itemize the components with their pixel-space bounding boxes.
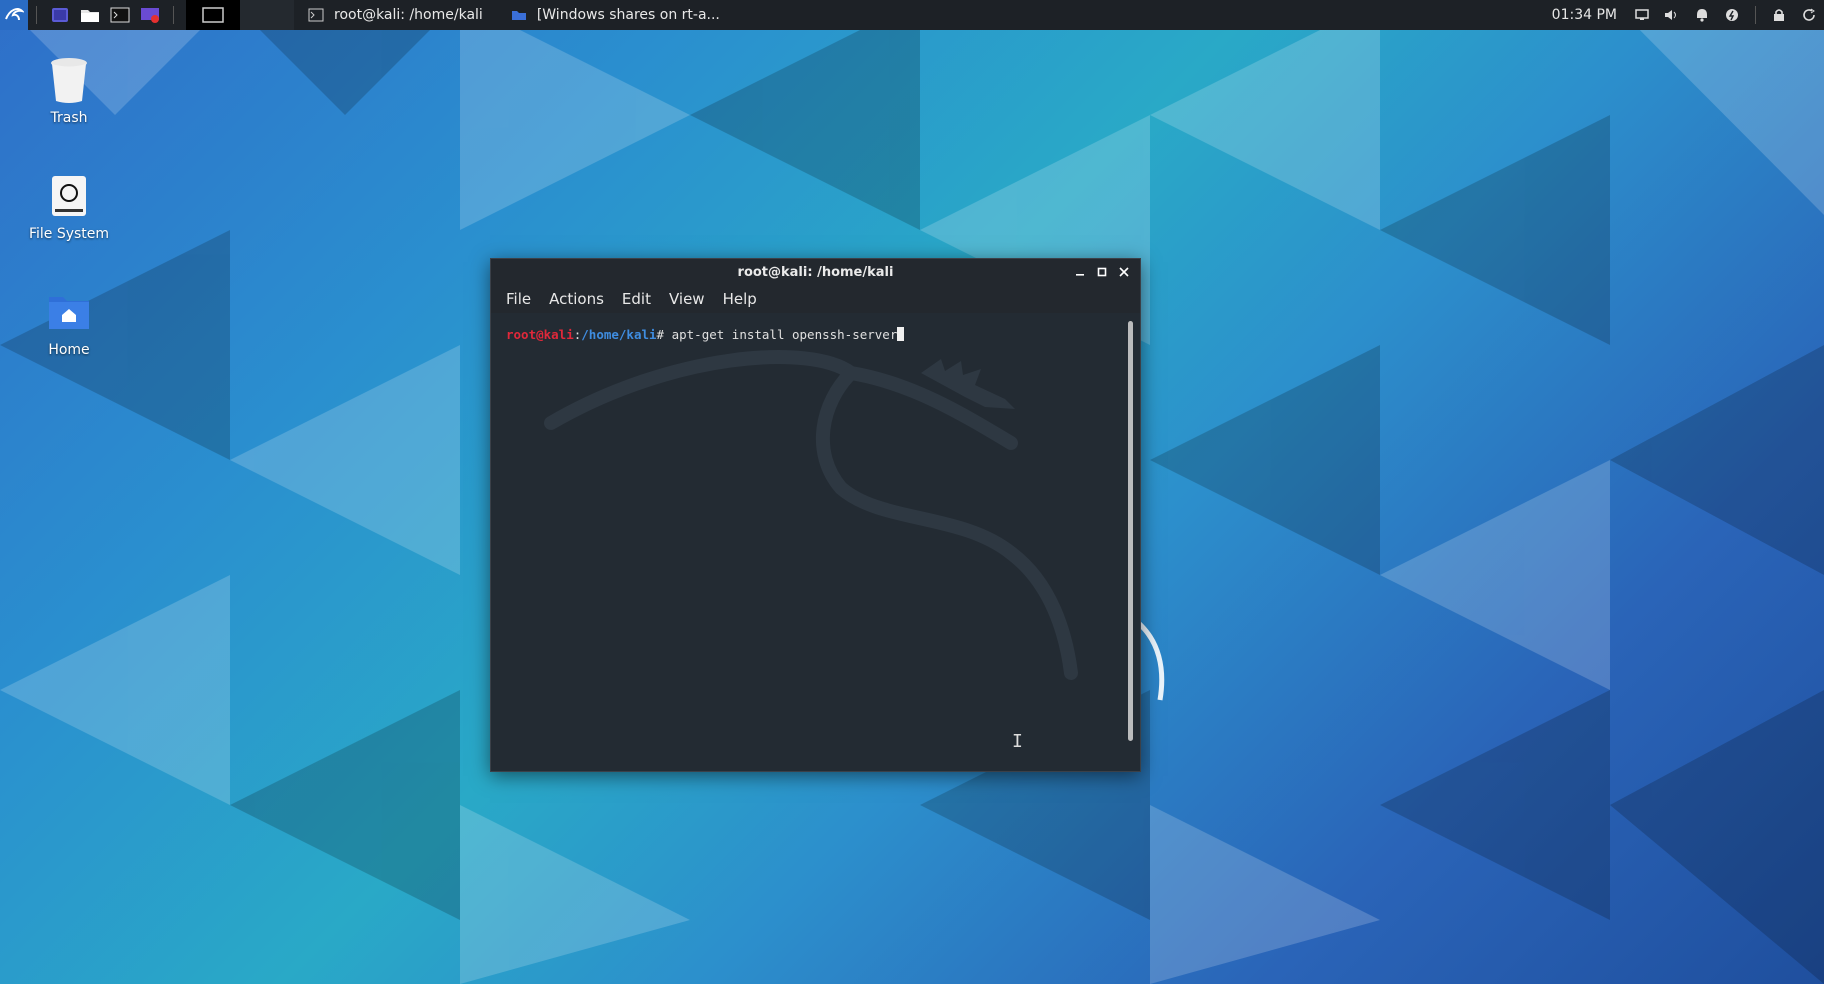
home-folder-icon	[45, 288, 93, 336]
panel-separator	[36, 6, 37, 24]
folder-icon	[511, 9, 527, 21]
menu-actions[interactable]: Actions	[540, 290, 613, 308]
drive-icon	[45, 172, 93, 220]
menu-file[interactable]: File	[497, 290, 540, 308]
workspace-switcher-icon[interactable]	[49, 4, 71, 26]
terminal-menubar: File Actions Edit View Help	[491, 285, 1140, 313]
prompt-path: /home/kali	[581, 327, 657, 342]
power-manager-icon[interactable]	[1721, 4, 1743, 26]
prompt-user: root@kali	[506, 327, 574, 342]
notification-bell-icon[interactable]	[1691, 4, 1713, 26]
taskbar-item-label: root@kali: /home/kali	[334, 7, 483, 23]
minimize-icon[interactable]	[1070, 262, 1090, 282]
terminal-icon	[308, 8, 324, 22]
trash-icon	[45, 56, 93, 104]
desktop-icon-file-system[interactable]: File System	[9, 172, 129, 242]
prompt-symbol: #	[656, 327, 672, 342]
ibeam-cursor-icon: I	[1012, 731, 1023, 752]
kali-menu-button[interactable]	[0, 0, 28, 30]
volume-icon[interactable]	[1661, 4, 1683, 26]
scrollbar[interactable]	[1128, 321, 1133, 741]
top-panel: root@kali: /home/kali [Windows shares on…	[0, 0, 1824, 30]
lock-icon[interactable]	[1768, 4, 1790, 26]
taskbar-item-file-manager[interactable]: [Windows shares on rt-a...	[497, 0, 734, 30]
command-text: apt-get install openssh-server	[671, 327, 898, 342]
panel-separator	[173, 6, 174, 24]
display-icon[interactable]	[1631, 4, 1653, 26]
desktop-icon-label: File System	[28, 226, 110, 242]
terminal-launcher-icon[interactable]	[109, 4, 131, 26]
terminal-window[interactable]: root@kali: /home/kali File Actions Edit …	[490, 258, 1141, 772]
desktop-icon-home[interactable]: Home	[9, 288, 129, 358]
file-manager-icon[interactable]	[79, 4, 101, 26]
panel-separator	[1755, 6, 1756, 24]
desktop-icon-label: Home	[48, 342, 90, 358]
desktop-icon-trash[interactable]: Trash	[9, 56, 129, 126]
clock[interactable]: 01:34 PM	[1552, 7, 1617, 23]
kali-dragon-watermark-icon	[544, 350, 1078, 680]
command-line: root@kali:/home/kali# apt-get install op…	[506, 327, 905, 342]
kali-dragon-icon	[5, 8, 24, 21]
terminal-output[interactable]: root@kali:/home/kali# apt-get install op…	[491, 313, 1140, 771]
menu-view[interactable]: View	[660, 290, 714, 308]
logout-icon[interactable]	[1798, 4, 1820, 26]
close-icon[interactable]	[1114, 262, 1134, 282]
menu-edit[interactable]: Edit	[613, 290, 660, 308]
window-titlebar[interactable]: root@kali: /home/kali	[491, 259, 1140, 285]
workspace-2[interactable]	[240, 0, 294, 30]
maximize-icon[interactable]	[1092, 262, 1112, 282]
taskbar-item-label: [Windows shares on rt-a...	[536, 7, 720, 23]
taskbar-item-terminal[interactable]: root@kali: /home/kali	[294, 0, 497, 30]
screen-recorder-icon[interactable]	[139, 4, 161, 26]
window-title: root@kali: /home/kali	[737, 264, 894, 280]
desktop-icon-label: Trash	[50, 110, 88, 126]
workspace-1[interactable]	[186, 0, 240, 30]
menu-help[interactable]: Help	[714, 290, 766, 308]
text-cursor	[897, 327, 905, 341]
